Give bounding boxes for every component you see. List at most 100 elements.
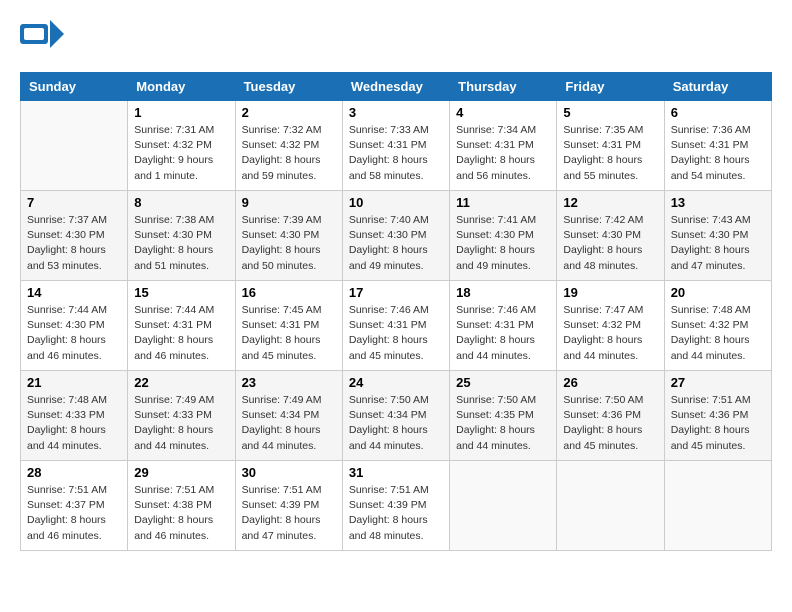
- day-info: Sunrise: 7:43 AM Sunset: 4:30 PM Dayligh…: [671, 213, 765, 274]
- day-number: 29: [134, 465, 228, 480]
- day-info: Sunrise: 7:46 AM Sunset: 4:31 PM Dayligh…: [349, 303, 443, 364]
- day-number: 13: [671, 195, 765, 210]
- day-info: Sunrise: 7:40 AM Sunset: 4:30 PM Dayligh…: [349, 213, 443, 274]
- day-info: Sunrise: 7:45 AM Sunset: 4:31 PM Dayligh…: [242, 303, 336, 364]
- weekday-header-tuesday: Tuesday: [235, 73, 342, 101]
- day-number: 23: [242, 375, 336, 390]
- calendar-cell: 15 Sunrise: 7:44 AM Sunset: 4:31 PM Dayli…: [128, 281, 235, 371]
- calendar-cell: 31 Sunrise: 7:51 AM Sunset: 4:39 PM Dayli…: [342, 461, 449, 551]
- day-info: Sunrise: 7:44 AM Sunset: 4:30 PM Dayligh…: [27, 303, 121, 364]
- day-number: 12: [563, 195, 657, 210]
- calendar-cell: 2Sunrise: 7:32 AM Sunset: 4:32 PM Daylig…: [235, 101, 342, 191]
- day-info: Sunrise: 7:32 AM Sunset: 4:32 PM Dayligh…: [242, 123, 336, 184]
- day-number: 6: [671, 105, 765, 120]
- calendar-cell: 22 Sunrise: 7:49 AM Sunset: 4:33 PM Dayli…: [128, 371, 235, 461]
- weekday-header-thursday: Thursday: [450, 73, 557, 101]
- day-info: Sunrise: 7:44 AM Sunset: 4:31 PM Dayligh…: [134, 303, 228, 364]
- day-number: 25: [456, 375, 550, 390]
- day-info: Sunrise: 7:31 AM Sunset: 4:32 PM Dayligh…: [134, 123, 228, 184]
- page-header: [20, 20, 772, 56]
- day-number: 20: [671, 285, 765, 300]
- calendar-cell: [557, 461, 664, 551]
- calendar-cell: 13 Sunrise: 7:43 AM Sunset: 4:30 PM Dayli…: [664, 191, 771, 281]
- day-info: Sunrise: 7:51 AM Sunset: 4:36 PM Dayligh…: [671, 393, 765, 454]
- day-number: 31: [349, 465, 443, 480]
- day-info: Sunrise: 7:33 AM Sunset: 4:31 PM Dayligh…: [349, 123, 443, 184]
- logo: [20, 20, 68, 56]
- day-info: Sunrise: 7:35 AM Sunset: 4:31 PM Dayligh…: [563, 123, 657, 184]
- day-info: Sunrise: 7:51 AM Sunset: 4:39 PM Dayligh…: [349, 483, 443, 544]
- day-info: Sunrise: 7:38 AM Sunset: 4:30 PM Dayligh…: [134, 213, 228, 274]
- weekday-header-monday: Monday: [128, 73, 235, 101]
- calendar-cell: 1 Sunrise: 7:31 AM Sunset: 4:32 PM Daylig…: [128, 101, 235, 191]
- day-number: 9: [242, 195, 336, 210]
- day-number: 22: [134, 375, 228, 390]
- day-number: 18: [456, 285, 550, 300]
- calendar-cell: 30 Sunrise: 7:51 AM Sunset: 4:39 PM Dayli…: [235, 461, 342, 551]
- calendar-cell: 19 Sunrise: 7:47 AM Sunset: 4:32 PM Dayli…: [557, 281, 664, 371]
- day-number: 16: [242, 285, 336, 300]
- day-number: 26: [563, 375, 657, 390]
- day-number: 5: [563, 105, 657, 120]
- day-info: Sunrise: 7:50 AM Sunset: 4:35 PM Dayligh…: [456, 393, 550, 454]
- day-number: 30: [242, 465, 336, 480]
- day-number: 14: [27, 285, 121, 300]
- day-number: 1: [134, 105, 228, 120]
- calendar-cell: 24 Sunrise: 7:50 AM Sunset: 4:34 PM Dayli…: [342, 371, 449, 461]
- calendar-cell: 14 Sunrise: 7:44 AM Sunset: 4:30 PM Dayli…: [21, 281, 128, 371]
- day-number: 15: [134, 285, 228, 300]
- calendar-cell: [450, 461, 557, 551]
- day-info: Sunrise: 7:49 AM Sunset: 4:33 PM Dayligh…: [134, 393, 228, 454]
- day-number: 21: [27, 375, 121, 390]
- calendar-cell: [664, 461, 771, 551]
- calendar-cell: 3 Sunrise: 7:33 AM Sunset: 4:31 PM Daylig…: [342, 101, 449, 191]
- day-info: Sunrise: 7:46 AM Sunset: 4:31 PM Dayligh…: [456, 303, 550, 364]
- day-info: Sunrise: 7:48 AM Sunset: 4:33 PM Dayligh…: [27, 393, 121, 454]
- day-number: 7: [27, 195, 121, 210]
- calendar-cell: 17 Sunrise: 7:46 AM Sunset: 4:31 PM Dayli…: [342, 281, 449, 371]
- day-info: Sunrise: 7:49 AM Sunset: 4:34 PM Dayligh…: [242, 393, 336, 454]
- day-info: Sunrise: 7:37 AM Sunset: 4:30 PM Dayligh…: [27, 213, 121, 274]
- calendar-cell: 18 Sunrise: 7:46 AM Sunset: 4:31 PM Dayli…: [450, 281, 557, 371]
- day-info: Sunrise: 7:51 AM Sunset: 4:37 PM Dayligh…: [27, 483, 121, 544]
- calendar-cell: 11Sunrise: 7:41 AM Sunset: 4:30 PM Dayli…: [450, 191, 557, 281]
- calendar-cell: 16 Sunrise: 7:45 AM Sunset: 4:31 PM Dayli…: [235, 281, 342, 371]
- calendar-cell: 27 Sunrise: 7:51 AM Sunset: 4:36 PM Dayli…: [664, 371, 771, 461]
- calendar-cell: 10Sunrise: 7:40 AM Sunset: 4:30 PM Dayli…: [342, 191, 449, 281]
- weekday-header-wednesday: Wednesday: [342, 73, 449, 101]
- calendar-cell: 28 Sunrise: 7:51 AM Sunset: 4:37 PM Dayli…: [21, 461, 128, 551]
- day-number: 28: [27, 465, 121, 480]
- day-number: 19: [563, 285, 657, 300]
- weekday-header-friday: Friday: [557, 73, 664, 101]
- calendar-cell: 21 Sunrise: 7:48 AM Sunset: 4:33 PM Dayli…: [21, 371, 128, 461]
- calendar-cell: 23 Sunrise: 7:49 AM Sunset: 4:34 PM Dayli…: [235, 371, 342, 461]
- day-info: Sunrise: 7:47 AM Sunset: 4:32 PM Dayligh…: [563, 303, 657, 364]
- day-number: 11: [456, 195, 550, 210]
- calendar-cell: 9 Sunrise: 7:39 AM Sunset: 4:30 PM Daylig…: [235, 191, 342, 281]
- day-info: Sunrise: 7:48 AM Sunset: 4:32 PM Dayligh…: [671, 303, 765, 364]
- calendar-cell: 4Sunrise: 7:34 AM Sunset: 4:31 PM Daylig…: [450, 101, 557, 191]
- day-info: Sunrise: 7:51 AM Sunset: 4:39 PM Dayligh…: [242, 483, 336, 544]
- day-info: Sunrise: 7:51 AM Sunset: 4:38 PM Dayligh…: [134, 483, 228, 544]
- calendar-cell: 6 Sunrise: 7:36 AM Sunset: 4:31 PM Daylig…: [664, 101, 771, 191]
- calendar-cell: 5 Sunrise: 7:35 AM Sunset: 4:31 PM Daylig…: [557, 101, 664, 191]
- day-info: Sunrise: 7:50 AM Sunset: 4:36 PM Dayligh…: [563, 393, 657, 454]
- day-info: Sunrise: 7:34 AM Sunset: 4:31 PM Dayligh…: [456, 123, 550, 184]
- day-number: 24: [349, 375, 443, 390]
- calendar-cell: 20 Sunrise: 7:48 AM Sunset: 4:32 PM Dayli…: [664, 281, 771, 371]
- calendar-cell: 12 Sunrise: 7:42 AM Sunset: 4:30 PM Dayli…: [557, 191, 664, 281]
- day-info: Sunrise: 7:36 AM Sunset: 4:31 PM Dayligh…: [671, 123, 765, 184]
- day-number: 27: [671, 375, 765, 390]
- day-number: 8: [134, 195, 228, 210]
- day-info: Sunrise: 7:42 AM Sunset: 4:30 PM Dayligh…: [563, 213, 657, 274]
- day-info: Sunrise: 7:39 AM Sunset: 4:30 PM Dayligh…: [242, 213, 336, 274]
- day-info: Sunrise: 7:50 AM Sunset: 4:34 PM Dayligh…: [349, 393, 443, 454]
- calendar-cell: [21, 101, 128, 191]
- calendar-cell: 29 Sunrise: 7:51 AM Sunset: 4:38 PM Dayli…: [128, 461, 235, 551]
- day-number: 3: [349, 105, 443, 120]
- calendar-table: SundayMondayTuesdayWednesdayThursdayFrid…: [20, 72, 772, 551]
- calendar-cell: 25 Sunrise: 7:50 AM Sunset: 4:35 PM Dayli…: [450, 371, 557, 461]
- calendar-cell: 7 Sunrise: 7:37 AM Sunset: 4:30 PM Daylig…: [21, 191, 128, 281]
- weekday-header-sunday: Sunday: [21, 73, 128, 101]
- day-number: 17: [349, 285, 443, 300]
